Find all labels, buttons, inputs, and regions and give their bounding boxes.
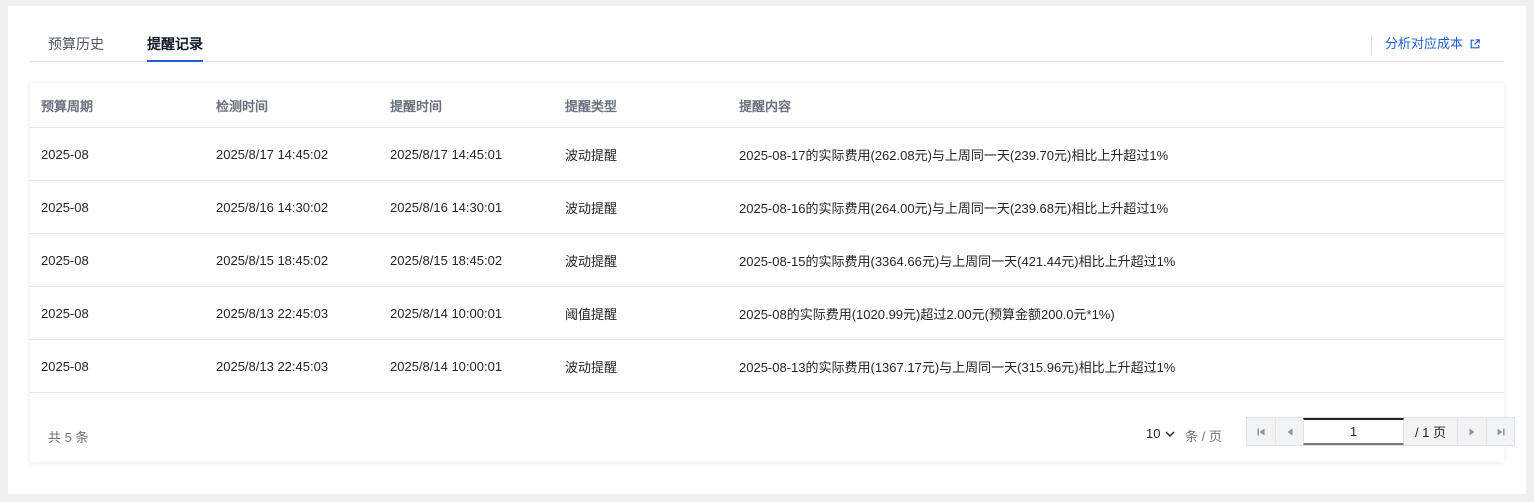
table-row: 2025-08 2025/8/16 14:30:02 2025/8/16 14:… xyxy=(30,181,1504,234)
chevron-down-icon xyxy=(1165,431,1175,437)
cell-alert-content: 2025-08-16的实际费用(264.00元)与上周同一天(239.68元)相… xyxy=(739,200,1169,216)
table-header: 预算周期 检测时间 提醒时间 提醒类型 提醒内容 xyxy=(30,83,1504,128)
next-page-button[interactable] xyxy=(1458,418,1486,445)
table-row: 2025-08 2025/8/13 22:45:03 2025/8/14 10:… xyxy=(30,287,1504,340)
cell-alert-time: 2025/8/15 18:45:02 xyxy=(390,252,503,268)
cell-detect-time: 2025/8/17 14:45:02 xyxy=(216,146,329,162)
cell-alert-time: 2025/8/14 10:00:01 xyxy=(390,358,503,374)
column-header-alert-type: 提醒类型 xyxy=(565,98,618,114)
cell-detect-time: 2025/8/13 22:45:03 xyxy=(216,305,329,321)
prev-page-button[interactable] xyxy=(1275,418,1303,445)
column-header-alert-content: 提醒内容 xyxy=(739,98,792,114)
column-header-detect-time: 检测时间 xyxy=(216,98,269,114)
caret-right-icon xyxy=(1469,428,1475,435)
cell-alert-type: 波动提醒 xyxy=(565,253,618,269)
total-pages: / 1 页 xyxy=(1404,418,1458,445)
analyze-cost-link-label: 分析对应成本 xyxy=(1385,36,1464,51)
cell-alert-time: 2025/8/17 14:45:01 xyxy=(390,146,503,162)
current-page-input[interactable] xyxy=(1303,418,1404,445)
cell-budget-period: 2025-08 xyxy=(41,146,89,162)
budget-panel: 预算历史 提醒记录 分析对应成本 预算周期 检测时间 提醒时间 提醒类型 提醒内… xyxy=(8,6,1526,494)
last-page-button[interactable] xyxy=(1486,418,1514,445)
analyze-cost-link[interactable]: 分析对应成本 xyxy=(1385,36,1480,52)
external-link-icon xyxy=(1470,39,1480,49)
cell-budget-period: 2025-08 xyxy=(41,305,89,321)
cell-alert-content: 2025-08-17的实际费用(262.08元)与上周同一天(239.70元)相… xyxy=(739,147,1169,163)
cell-budget-period: 2025-08 xyxy=(41,358,89,374)
cell-alert-type: 阈值提醒 xyxy=(565,306,618,322)
page-navigator: / 1 页 xyxy=(1246,417,1515,446)
first-page-icon xyxy=(1257,428,1265,435)
page-size-value: 10 xyxy=(1146,426,1161,441)
cell-alert-type: 波动提醒 xyxy=(565,200,618,216)
last-page-icon xyxy=(1497,428,1504,435)
cell-alert-content: 2025-08的实际费用(1020.99元)超过2.00元(预算金额200.0元… xyxy=(739,306,1115,322)
cell-alert-content: 2025-08-15的实际费用(3364.66元)与上周同一天(421.44元)… xyxy=(739,253,1176,269)
cell-detect-time: 2025/8/13 22:45:03 xyxy=(216,358,329,374)
cell-budget-period: 2025-08 xyxy=(41,252,89,268)
total-count: 共 5 条 xyxy=(48,430,89,445)
cell-alert-content: 2025-08-13的实际费用(1367.17元)与上周同一天(315.96元)… xyxy=(739,359,1176,375)
cell-alert-time: 2025/8/14 10:00:01 xyxy=(390,305,503,321)
tab-bar: 预算历史 提醒记录 分析对应成本 xyxy=(30,6,1504,62)
table-row: 2025-08 2025/8/15 18:45:02 2025/8/15 18:… xyxy=(30,234,1504,287)
tab-budget-history[interactable]: 预算历史 xyxy=(48,35,104,53)
per-page-label: 条 / 页 xyxy=(1185,429,1222,444)
cell-alert-time: 2025/8/16 14:30:01 xyxy=(390,199,503,215)
cell-detect-time: 2025/8/16 14:30:02 xyxy=(216,199,329,215)
cell-detect-time: 2025/8/15 18:45:02 xyxy=(216,252,329,268)
cell-alert-type: 波动提醒 xyxy=(565,359,618,375)
table-row: 2025-08 2025/8/13 22:45:03 2025/8/14 10:… xyxy=(30,340,1504,393)
column-header-alert-time: 提醒时间 xyxy=(390,98,443,114)
cell-alert-type: 波动提醒 xyxy=(565,147,618,163)
divider xyxy=(1371,35,1372,55)
alert-records-table: 预算周期 检测时间 提醒时间 提醒类型 提醒内容 2025-08 2025/8/… xyxy=(30,83,1515,462)
cell-budget-period: 2025-08 xyxy=(41,199,89,215)
first-page-button[interactable] xyxy=(1247,418,1275,445)
table-row: 2025-08 2025/8/17 14:45:02 2025/8/17 14:… xyxy=(30,128,1504,181)
column-header-budget-period: 预算周期 xyxy=(41,98,94,114)
tab-alert-records[interactable]: 提醒记录 xyxy=(147,35,203,62)
page-size-select[interactable]: 10 xyxy=(1146,426,1175,441)
pagination-bar: 共 5 条 10 条 / 页 1 / 1 页 xyxy=(30,393,1515,462)
caret-left-icon xyxy=(1287,428,1292,435)
